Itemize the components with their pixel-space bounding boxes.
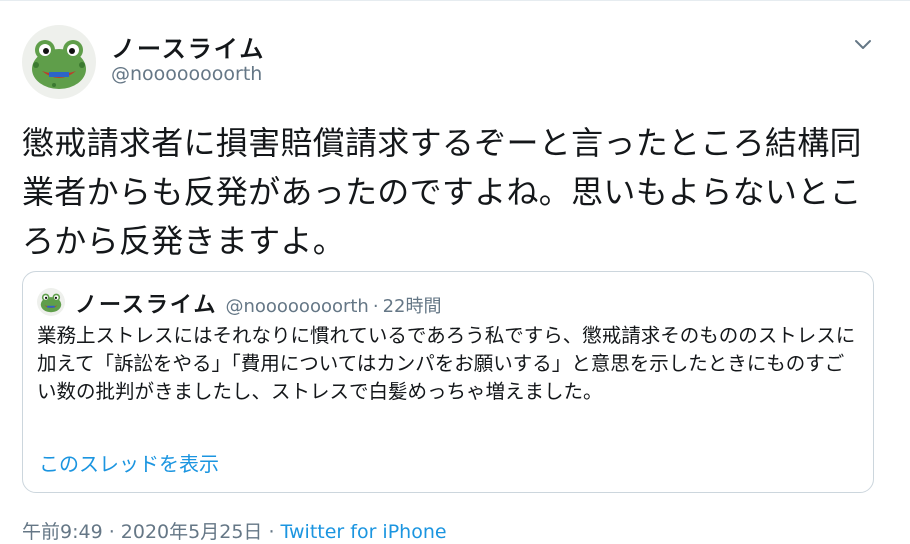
chevron-down-icon <box>855 39 871 49</box>
author-handle[interactable]: @noooooooorth <box>111 63 262 85</box>
show-thread-link[interactable]: このスレッドを表示 <box>39 448 219 477</box>
frog-avatar-icon <box>37 288 65 316</box>
quoted-tweet-header: ノースライム @noooooooorth · 22時間 <box>75 287 442 319</box>
author-avatar[interactable] <box>22 25 96 99</box>
frog-avatar-icon <box>22 25 96 99</box>
tweet-menu-button[interactable] <box>848 29 878 59</box>
tweet-text: 懲戒請求者に損害賠償請求するぞーと言ったところ結構同業者からも反発があったのです… <box>22 124 862 260</box>
quoted-author-avatar <box>37 288 65 316</box>
quoted-tweet-time: 22時間 <box>382 296 442 317</box>
quoted-author-display-name: ノースライム <box>75 293 218 318</box>
quoted-tweet-text: 業務上ストレスにはそれなりに慣れているであろう私ですら、懲戒請求そのもののストレ… <box>37 324 856 403</box>
author-display-name[interactable]: ノースライム <box>111 29 265 64</box>
quoted-tweet-card[interactable]: ノースライム @noooooooorth · 22時間 業務上ストレスにはそれな… <box>22 271 874 493</box>
quoted-author-handle: @noooooooorth <box>225 296 369 317</box>
quoted-header-separator: · <box>372 296 379 317</box>
tweet-card: ノースライム @noooooooorth 懲戒請求者に損害賠償請求するぞーと言っ… <box>0 0 910 543</box>
